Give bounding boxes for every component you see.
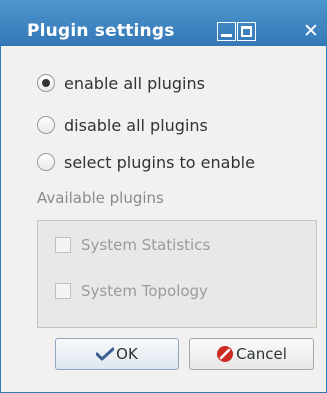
dialog-body: enable all plugins disable all plugins s…: [0, 46, 327, 393]
title-bar[interactable]: Plugin settings ✕: [0, 0, 327, 46]
available-plugins-label: Available plugins: [37, 189, 164, 207]
radio-label: enable all plugins: [64, 73, 205, 93]
radio-disable-all[interactable]: disable all plugins: [37, 114, 208, 136]
checkmark-icon: [96, 347, 115, 361]
close-icon: ✕: [303, 20, 319, 42]
plugin-settings-dialog: Plugin settings ✕ enable all plugins dis…: [0, 0, 327, 393]
plugin-label: System Topology: [81, 282, 208, 300]
cancel-icon: [217, 346, 234, 362]
radio-button[interactable]: [37, 116, 55, 134]
radio-label: disable all plugins: [64, 115, 208, 135]
radio-select-plugins[interactable]: select plugins to enable: [37, 151, 255, 173]
radio-button[interactable]: [37, 74, 55, 92]
checkbox[interactable]: [55, 237, 71, 253]
plugin-item-system-topology[interactable]: System Topology: [55, 280, 208, 302]
cancel-label: Cancel: [236, 345, 287, 363]
ok-button[interactable]: OK: [55, 338, 179, 370]
cancel-button[interactable]: Cancel: [189, 338, 314, 370]
ok-label: OK: [116, 345, 138, 363]
maximize-icon: [241, 26, 252, 37]
radio-button[interactable]: [37, 153, 55, 171]
maximize-button[interactable]: [237, 22, 256, 41]
radio-label: select plugins to enable: [64, 152, 255, 172]
plugin-label: System Statistics: [81, 236, 211, 254]
minimize-icon: [221, 34, 232, 37]
close-button[interactable]: ✕: [303, 18, 319, 44]
minimize-button[interactable]: [217, 22, 236, 41]
plugin-item-system-statistics[interactable]: System Statistics: [55, 234, 210, 256]
radio-enable-all[interactable]: enable all plugins: [37, 72, 205, 94]
plugins-group-box: System Statistics System Topology: [37, 220, 317, 328]
checkbox[interactable]: [55, 283, 71, 299]
window-title: Plugin settings: [27, 21, 175, 41]
